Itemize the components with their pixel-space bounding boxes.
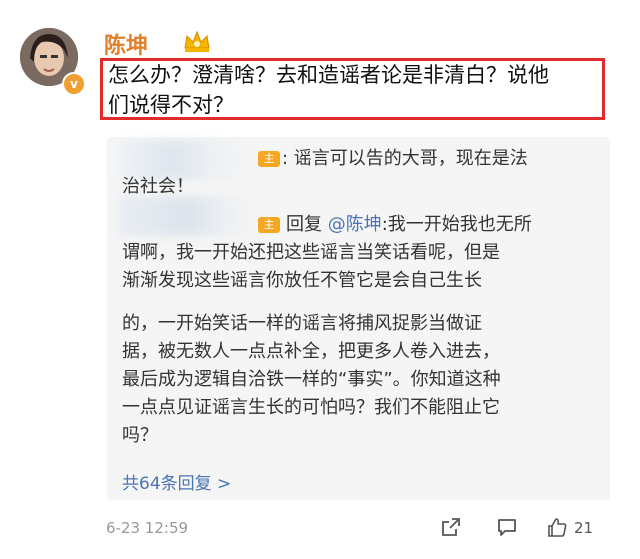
blurred-username bbox=[118, 196, 258, 236]
reply-line: 一点点见证谣言生长的可怕吗？我们不能阻止它 bbox=[122, 397, 500, 418]
post-text-line-1: 怎么办？澄清啥？去和造谣者论是非清白？说他 bbox=[108, 63, 549, 87]
verified-badge: v bbox=[62, 72, 86, 96]
reply-line: 治社会！ bbox=[122, 176, 194, 197]
reply-line: 据，被无数人一点点补全，把更多人卷入进去， bbox=[122, 341, 500, 362]
member-badge: 主 bbox=[258, 217, 280, 233]
more-replies-link[interactable]: 共64条回复 > bbox=[122, 469, 231, 494]
post-text-line-2: 们说得不对？ bbox=[108, 93, 234, 117]
crown-icon bbox=[184, 30, 210, 52]
like-count: 21 bbox=[574, 519, 594, 537]
reply-line: 吗？ bbox=[122, 425, 158, 446]
reply-line: 渐渐发现这些谣言你放任不管它是会自己生长 bbox=[122, 270, 482, 291]
reply-text-start: :我一开始我也无所 bbox=[381, 214, 532, 235]
like-icon[interactable] bbox=[546, 516, 568, 538]
username[interactable]: 陈坤 bbox=[104, 28, 148, 60]
reply-first-line: 回复 @陈坤:我一开始我也无所 bbox=[286, 211, 532, 239]
post-text: 怎么办？澄清啥？去和造谣者论是非清白？说他 们说得不对？ bbox=[108, 60, 608, 120]
reply-line: 的，一开始笑话一样的谣言将捕风捉影当做证 bbox=[122, 313, 482, 334]
member-badge: 主 bbox=[258, 151, 280, 167]
mention-link[interactable]: @陈坤 bbox=[328, 214, 382, 235]
reply-line: 谓啊，我一开始还把这些谣言当笑话看呢，但是 bbox=[122, 242, 500, 263]
reply-line: : 谣言可以告的大哥，现在是法 bbox=[282, 148, 528, 169]
post-timestamp: 6-23 12:59 bbox=[106, 519, 189, 537]
reply-line: 最后成为逻辑自洽铁一样的“事实”。你知道这种 bbox=[122, 369, 501, 390]
share-icon[interactable] bbox=[440, 516, 462, 538]
comment-icon[interactable] bbox=[496, 516, 518, 538]
reply-label: 回复 bbox=[286, 214, 322, 235]
